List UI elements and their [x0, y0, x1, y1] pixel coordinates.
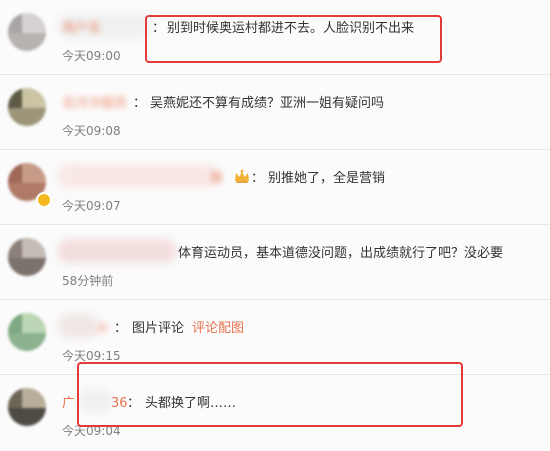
comment-separator: ：	[251, 171, 265, 186]
image-comment-link[interactable]: 评论配图	[192, 320, 244, 338]
comment-username[interactable]: 锁	[210, 170, 223, 188]
comment-username[interactable]: 火	[96, 320, 109, 338]
highlight-box	[145, 15, 442, 63]
user-avatar[interactable]	[8, 388, 46, 426]
comment-list: 用户名 ： 别到时候奥运村都进不去。人脸识别不出来 今天09:00 北冷冷姐员 …	[0, 0, 550, 451]
comment-text: 体育运动员，基本道德没问题，出成绩就行了吧？没必要	[178, 246, 504, 261]
comment-item: 体育运动员，基本道德没问题，出成绩就行了吧？没必要 58分钟前	[0, 225, 550, 300]
comment-username[interactable]: 广	[62, 395, 75, 413]
comment-timestamp: 今天09:07	[62, 199, 121, 213]
user-avatar[interactable]	[8, 313, 46, 351]
comment-timestamp: 今天09:08	[62, 124, 121, 138]
user-avatar[interactable]	[8, 13, 46, 51]
comment-separator: ：	[114, 321, 128, 336]
comment-item: 北冷冷姐员 ： 吴燕妮还不算有成绩？亚洲一姐有疑问吗 今天09:08	[0, 75, 550, 150]
comment-timestamp: 今天09:00	[62, 49, 121, 63]
comment-text: 别推她了，全是营销	[268, 171, 386, 186]
blurred-username	[58, 164, 218, 188]
comment-timestamp: 58分钟前	[62, 274, 114, 288]
verified-badge-icon	[36, 192, 52, 208]
comment-separator: ：	[133, 96, 147, 111]
user-avatar[interactable]	[8, 88, 46, 126]
user-avatar[interactable]	[8, 238, 46, 276]
comment-username[interactable]: 用户名	[62, 20, 101, 38]
comment-text: 吴燕妮还不算有成绩？亚洲一姐有疑问吗	[150, 96, 385, 111]
highlight-box	[77, 362, 463, 427]
blurred-username	[58, 239, 176, 263]
comment-username[interactable]: 北冷冷姐员	[62, 95, 127, 113]
comment-item: 锁 ： 别推她了，全是营销 今天09:07	[0, 150, 550, 225]
crown-icon	[233, 168, 251, 186]
comment-text: 图片评论	[132, 321, 185, 336]
blurred-username	[58, 314, 98, 338]
